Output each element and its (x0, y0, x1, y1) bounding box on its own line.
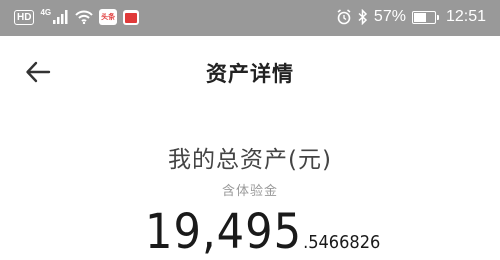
news-app-label: 头条 (101, 13, 116, 21)
wifi-icon (75, 10, 93, 24)
trial-fund-note: 含体验金 (221, 184, 278, 199)
amount-integer: 19,495 (145, 204, 303, 260)
battery-percentage: 57% (373, 8, 406, 25)
total-assets-label: 我的总资产(元) (168, 147, 332, 173)
network-type-label: 4G (40, 7, 52, 17)
battery-icon (411, 10, 439, 24)
battery-fill (413, 12, 427, 22)
clock: 12:51 (445, 8, 486, 25)
status-right: 57% 12:51 (336, 8, 486, 26)
app-header: 资产详情 (0, 36, 500, 108)
status-left: HD 4G 头条 (14, 7, 140, 25)
bluetooth-icon (358, 9, 368, 25)
alarm-icon (337, 9, 351, 25)
calendar-app-icon (123, 9, 140, 25)
hd-icon: HD (14, 9, 35, 25)
status-bar: HD 4G 头条 57% 12:51 (0, 0, 500, 36)
news-app-icon: 头条 (99, 9, 118, 25)
total-assets-amount: 19,495.5466826 (145, 204, 380, 260)
signal-icon (53, 10, 68, 24)
page-title: 资产详情 (206, 62, 294, 86)
